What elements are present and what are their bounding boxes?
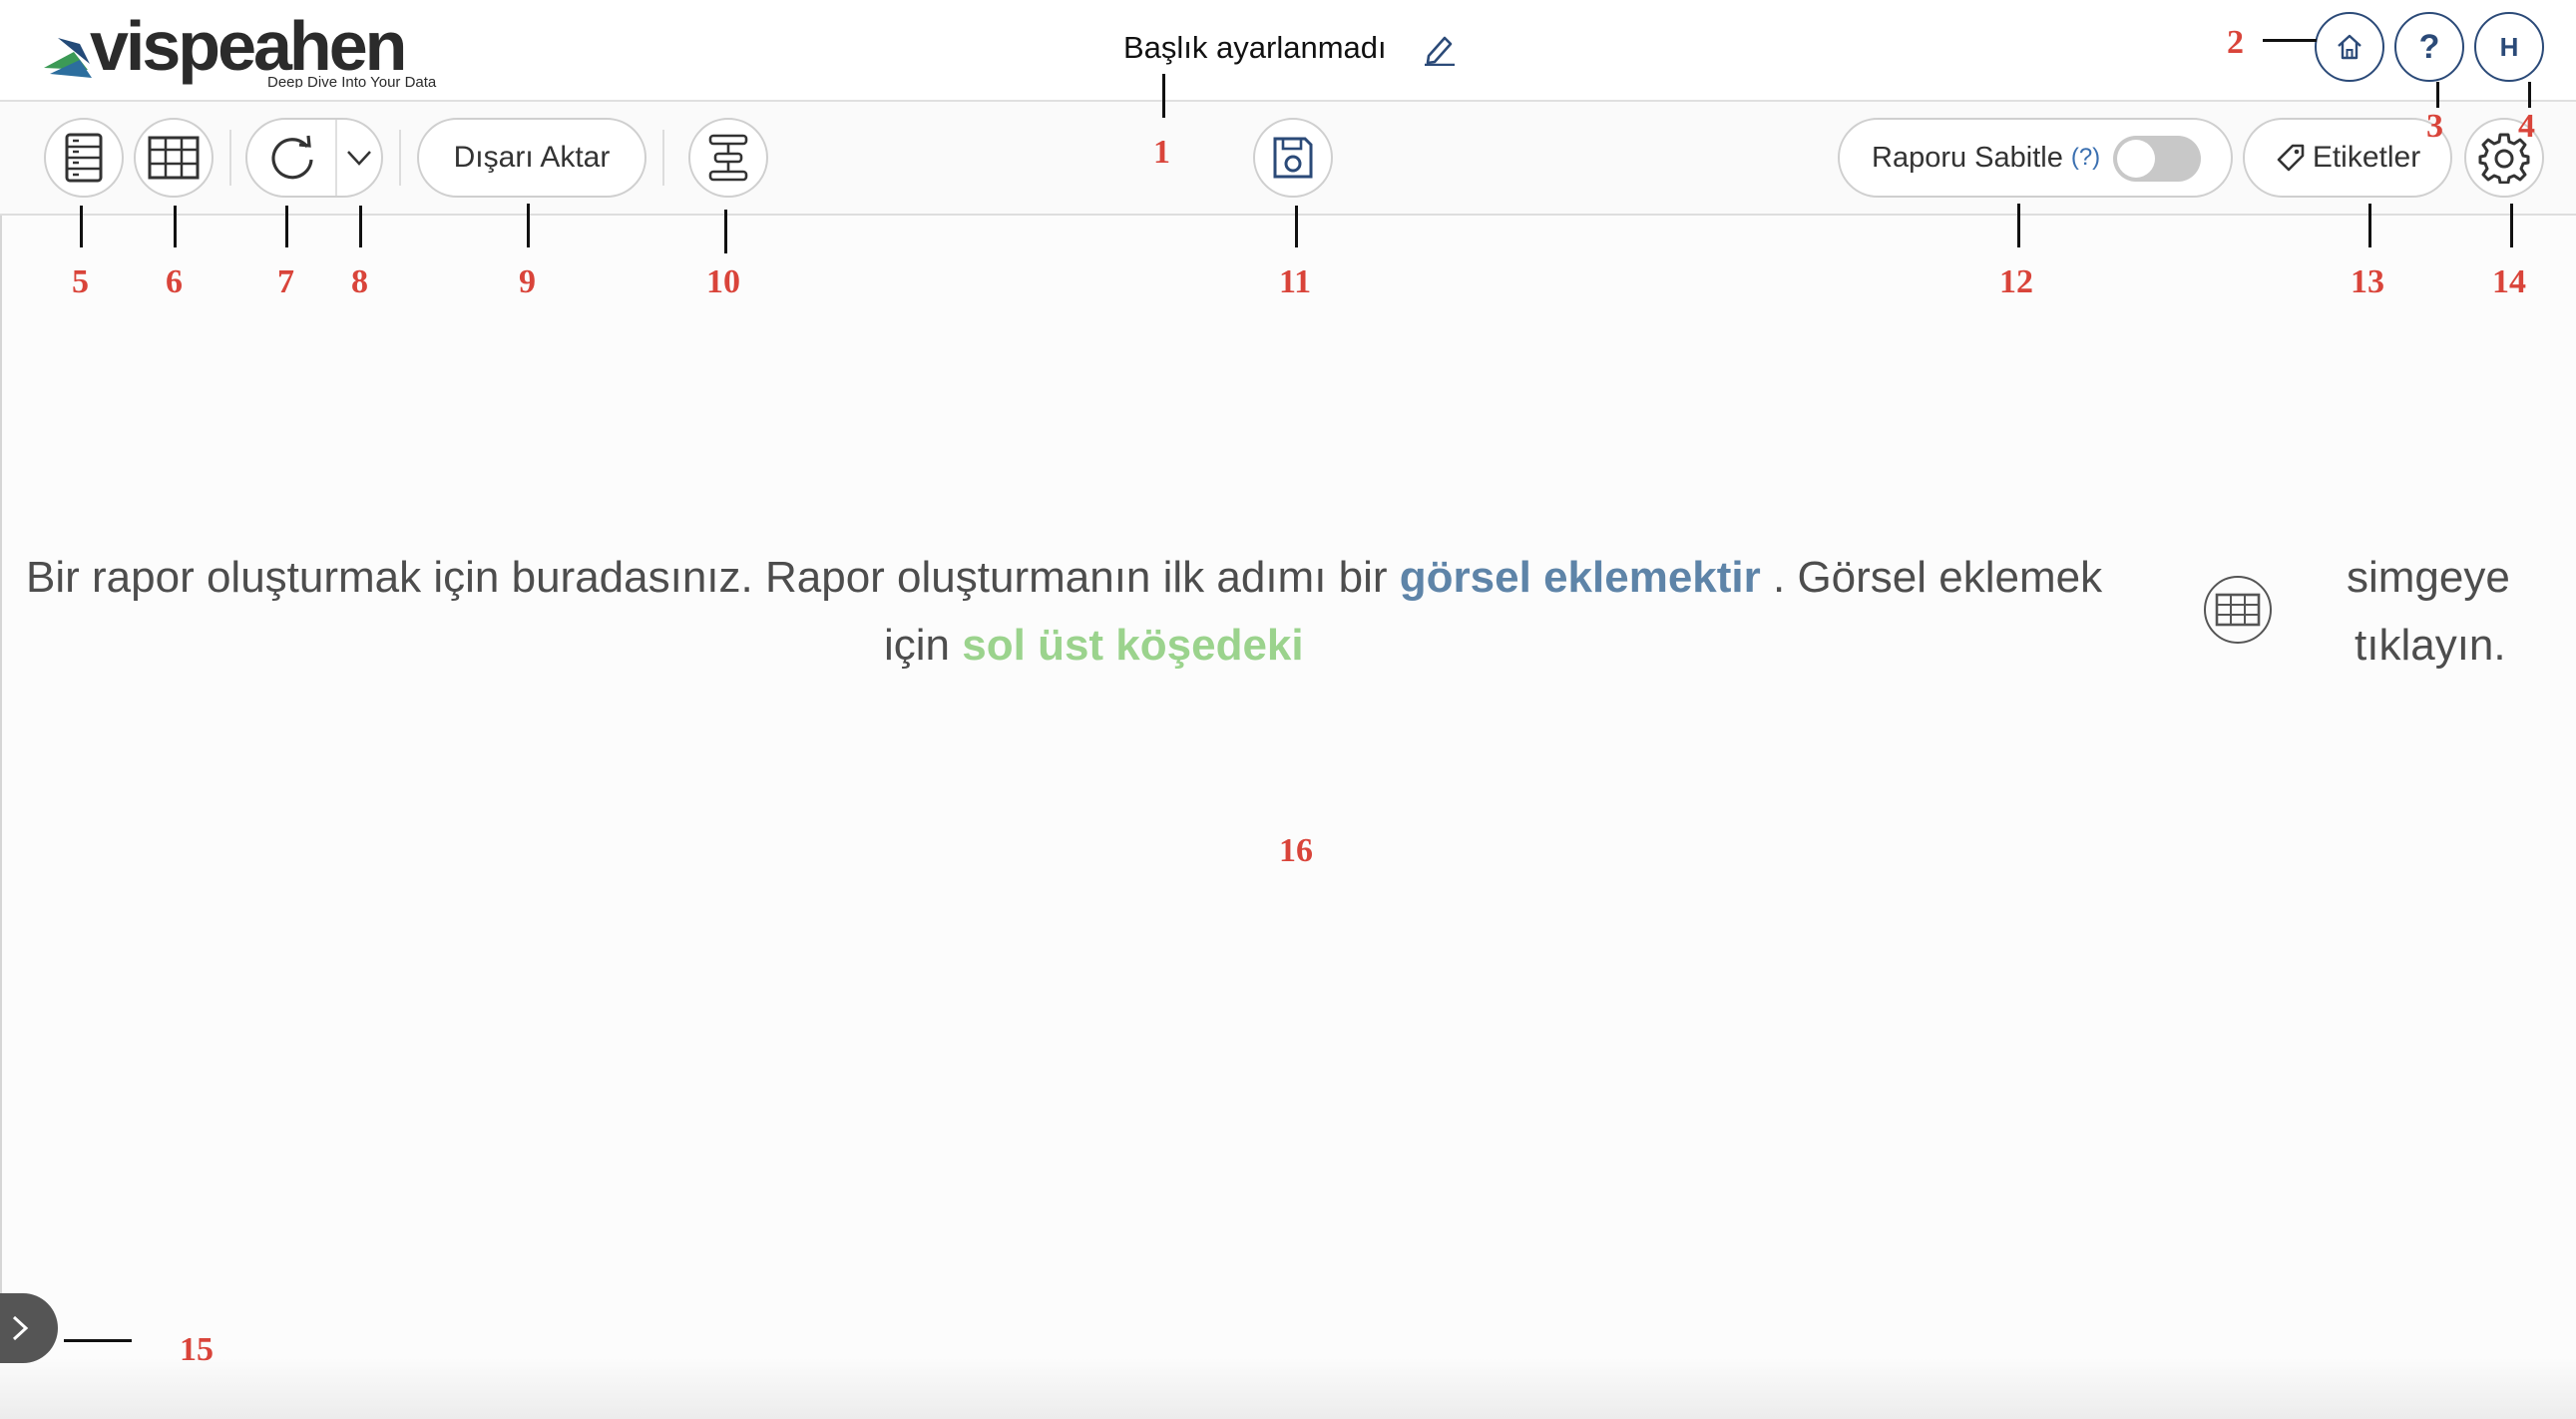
annotation-number: 12 xyxy=(1999,263,2033,300)
chevron-right-icon xyxy=(12,1315,29,1341)
annotation-line xyxy=(1295,206,1298,247)
annotation-number: 2 xyxy=(2227,24,2244,61)
empty-report-message-line2: için sol üst köşedeki xyxy=(884,621,1304,671)
edit-pencil-icon[interactable] xyxy=(1423,30,1457,66)
toggle-knob xyxy=(2117,140,2155,178)
home-button[interactable] xyxy=(2315,12,2384,82)
annotation-line xyxy=(1162,74,1165,118)
annotation-number: 7 xyxy=(277,263,294,300)
tag-icon xyxy=(2277,144,2305,172)
annotation-number: 9 xyxy=(519,263,536,300)
refresh-options-dropdown[interactable] xyxy=(337,122,381,194)
report-toolbar: Dışarı Aktar Raporu Sabitle (?) Etiketle… xyxy=(0,102,2576,216)
pin-report-help-link[interactable]: (?) xyxy=(2071,144,2100,172)
tags-label: Etiketler xyxy=(2312,141,2421,174)
refresh-icon xyxy=(271,135,313,180)
avatar[interactable]: H xyxy=(2474,12,2544,82)
annotation-line xyxy=(2368,204,2371,247)
top-bar: vispeahen Deep Dive Into Your Data Başlı… xyxy=(0,0,2576,102)
pin-report-toggle[interactable] xyxy=(2113,136,2201,182)
annotation-number: 6 xyxy=(166,263,183,300)
toolbar-divider xyxy=(229,130,231,186)
table-icon xyxy=(2204,576,2272,644)
annotation-line xyxy=(2017,204,2020,247)
annotation-line xyxy=(2436,82,2439,108)
annotation-line xyxy=(2263,39,2317,42)
avatar-initial: H xyxy=(2499,31,2519,62)
annotation-number: 16 xyxy=(1279,832,1313,869)
svg-text:Deep Dive Into Your Data: Deep Dive Into Your Data xyxy=(267,74,437,88)
table-icon xyxy=(148,136,200,180)
data-source-icon xyxy=(65,133,103,183)
side-panel-expander[interactable] xyxy=(0,1293,58,1363)
empty-report-message: Bir rapor oluşturmak için buradasınız. R… xyxy=(26,553,2102,603)
annotation-number: 10 xyxy=(706,263,740,300)
toolbar-divider xyxy=(662,130,664,186)
filter-button[interactable] xyxy=(688,118,768,198)
annotation-number: 15 xyxy=(180,1331,214,1368)
message-text-tiklayin: tıklayın. xyxy=(2355,621,2506,670)
annotation-number: 1 xyxy=(1153,134,1170,171)
annotation-number: 14 xyxy=(2492,263,2526,300)
bottom-shadow xyxy=(0,1357,2576,1419)
tags-button[interactable]: Etiketler xyxy=(2243,118,2452,198)
home-icon xyxy=(2338,34,2361,60)
annotation-line xyxy=(359,206,362,247)
annotation-line xyxy=(527,204,530,247)
annotation-number: 5 xyxy=(72,263,89,300)
annotation-number: 13 xyxy=(2351,263,2384,300)
data-source-button[interactable] xyxy=(44,118,124,198)
message-text: Bir rapor oluşturmak için buradasınız. R… xyxy=(26,553,1388,602)
help-icon: ? xyxy=(2418,27,2440,66)
message-highlight-top-left: sol üst köşedeki xyxy=(962,621,1304,670)
annotation-line xyxy=(2510,204,2513,247)
annotation-number: 3 xyxy=(2426,108,2443,145)
logo: vispeahen Deep Dive Into Your Data xyxy=(44,8,437,88)
export-button[interactable]: Dışarı Aktar xyxy=(417,118,646,198)
annotation-line xyxy=(285,206,288,247)
page-title[interactable]: Başlık ayarlanmadı xyxy=(1123,30,1387,66)
annotation-line xyxy=(80,206,83,247)
toolbar-divider xyxy=(399,130,401,186)
annotation-line xyxy=(174,206,177,247)
save-icon xyxy=(1273,137,1313,179)
message-text: . Görsel eklemek xyxy=(1773,553,2103,602)
help-button[interactable]: ? xyxy=(2394,12,2464,82)
annotation-line xyxy=(2528,82,2531,108)
chevron-down-icon xyxy=(347,151,371,166)
annotation-line xyxy=(64,1339,132,1342)
refresh-button[interactable] xyxy=(249,122,335,194)
annotation-number: 4 xyxy=(2518,108,2535,145)
message-highlight-add-visual: görsel eklemektir xyxy=(1399,553,1761,602)
filter-icon xyxy=(708,134,748,182)
annotation-line xyxy=(724,210,727,253)
message-text: için xyxy=(884,621,951,670)
annotation-number: 8 xyxy=(351,263,368,300)
add-visual-button[interactable] xyxy=(134,118,214,198)
pin-report-label: Raporu Sabitle xyxy=(1872,141,2063,174)
save-button[interactable] xyxy=(1253,118,1333,198)
annotation-number: 11 xyxy=(1279,263,1312,300)
message-text-simgeye: simgeye xyxy=(2347,553,2510,602)
